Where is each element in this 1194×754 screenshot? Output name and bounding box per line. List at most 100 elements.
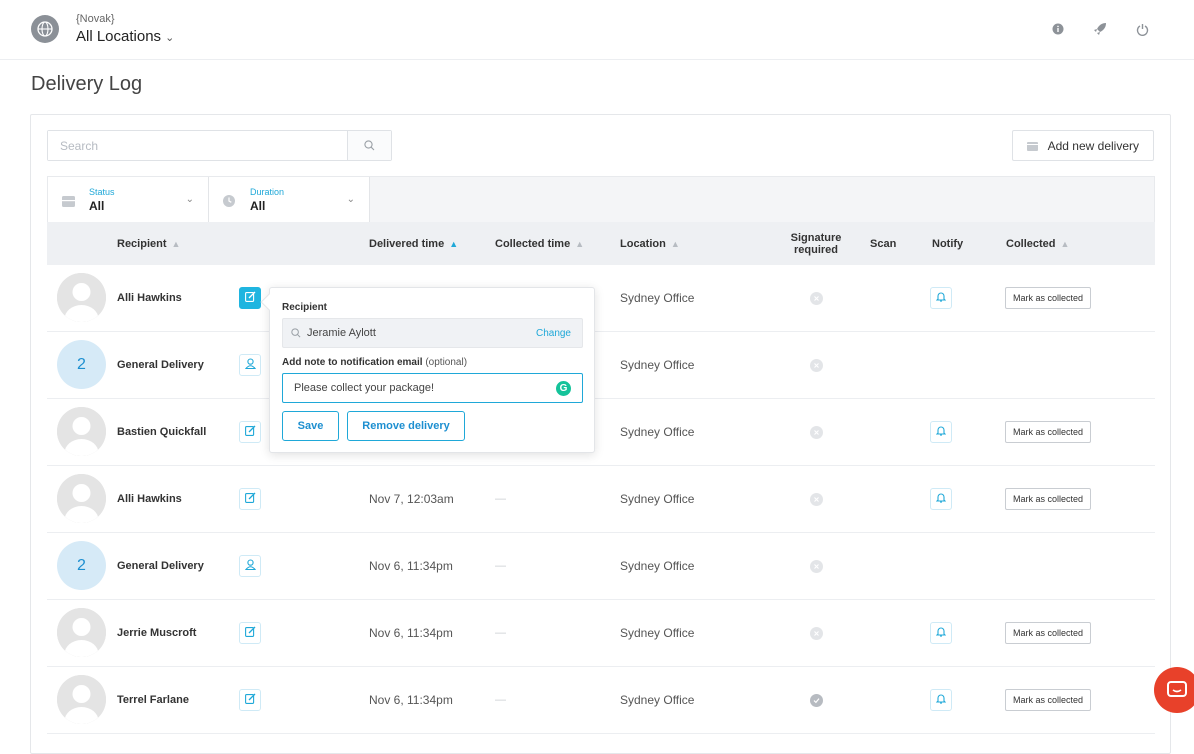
save-button[interactable]: Save bbox=[282, 411, 339, 441]
clock-icon bbox=[223, 194, 235, 212]
search-icon bbox=[291, 328, 301, 338]
recipient-name: Jerrie Muscroft bbox=[117, 627, 197, 639]
search-button[interactable] bbox=[347, 131, 391, 160]
recipient-name: Bastien Quickfall bbox=[117, 426, 207, 438]
edit-delivery-button[interactable] bbox=[239, 689, 261, 711]
delivered-time: Nov 6, 11:34pm bbox=[369, 559, 453, 573]
avatar: 2 bbox=[57, 340, 106, 389]
collected-time: — bbox=[495, 493, 506, 505]
user-icon bbox=[244, 559, 256, 573]
location: Sydney Office bbox=[620, 693, 695, 707]
location: Sydney Office bbox=[620, 358, 695, 372]
mark-collected-button[interactable]: Mark as collected bbox=[1005, 488, 1092, 510]
org-name: {Novak} bbox=[76, 13, 115, 25]
location-label: All Locations bbox=[76, 28, 162, 45]
table-row[interactable]: Alli Hawkins Sydney Office Mark as collect… bbox=[47, 265, 1155, 332]
duration-filter-value: All bbox=[250, 199, 266, 213]
avatar bbox=[57, 675, 106, 724]
notify-button[interactable] bbox=[930, 421, 952, 443]
chat-icon[interactable] bbox=[1154, 667, 1194, 713]
note-input[interactable]: Please collect your package! G bbox=[282, 373, 583, 403]
notify-button[interactable] bbox=[930, 689, 952, 711]
col-recipient-label: Recipient bbox=[117, 237, 167, 250]
popover-recipient-value: Jeramie Aylott bbox=[307, 327, 376, 339]
col-scan: Scan bbox=[870, 222, 896, 265]
avatar bbox=[57, 273, 106, 322]
table-row[interactable]: Terrel Farlane Nov 6, 11:34pm — Sydney Offi… bbox=[47, 667, 1155, 734]
col-delivered-time-label: Delivered time bbox=[369, 237, 445, 250]
sort-icon: ▲︎ bbox=[1060, 238, 1070, 249]
x-icon bbox=[810, 493, 823, 506]
sort-icon: ▲︎ bbox=[575, 238, 585, 249]
mark-collected-button[interactable]: Mark as collected bbox=[1005, 421, 1092, 443]
table-row[interactable]: Bastien Quickfall Sydney Office Mark as co… bbox=[47, 399, 1155, 466]
bell-icon bbox=[935, 492, 947, 506]
col-delivered-time[interactable]: Delivered time ▲︎ bbox=[369, 222, 458, 265]
duration-filter[interactable]: Duration All ⌄ bbox=[209, 177, 370, 223]
col-signature-required: Signature required bbox=[780, 222, 852, 265]
col-recipient[interactable]: Recipient ▲︎ bbox=[117, 222, 180, 265]
edit-icon bbox=[244, 693, 256, 707]
edit-icon bbox=[244, 291, 256, 305]
table-header: Recipient ▲︎ Delivered time ▲︎ Collected t… bbox=[47, 222, 1155, 265]
x-icon bbox=[810, 426, 823, 439]
edit-delivery-button[interactable] bbox=[239, 488, 261, 510]
status-filter-label: Status bbox=[89, 187, 115, 197]
x-icon bbox=[810, 292, 823, 305]
notify-button[interactable] bbox=[930, 622, 952, 644]
col-notify: Notify bbox=[932, 222, 963, 265]
collected-time: — bbox=[495, 627, 506, 639]
chevron-down-icon: ⌄ bbox=[165, 32, 175, 44]
col-collected-label: Collected bbox=[1006, 237, 1056, 250]
collected-time: — bbox=[495, 560, 506, 572]
power-icon[interactable] bbox=[1134, 21, 1150, 37]
col-notify-label: Notify bbox=[932, 237, 964, 250]
sort-icon: ▲︎ bbox=[449, 238, 459, 249]
location-selector[interactable]: All Locations ⌄ bbox=[76, 28, 174, 45]
grammarly-icon[interactable]: G bbox=[556, 381, 571, 396]
status-filter-value: All bbox=[89, 199, 105, 213]
mark-collected-button[interactable]: Mark as collected bbox=[1005, 689, 1092, 711]
info-icon[interactable] bbox=[1050, 21, 1066, 37]
col-scan-label: Scan bbox=[870, 237, 897, 250]
edit-delivery-button[interactable] bbox=[239, 287, 261, 309]
mark-collected-button[interactable]: Mark as collected bbox=[1005, 287, 1092, 309]
col-collected[interactable]: Collected ▲︎ bbox=[1006, 222, 1069, 265]
delivered-time: Nov 6, 11:34pm bbox=[369, 626, 453, 640]
page-title: Delivery Log bbox=[31, 73, 143, 95]
box-icon bbox=[62, 194, 75, 212]
notify-button[interactable] bbox=[930, 488, 952, 510]
x-icon bbox=[810, 359, 823, 372]
edit-delivery-button[interactable] bbox=[239, 421, 261, 443]
col-location[interactable]: Location ▲︎ bbox=[620, 222, 680, 265]
table-row[interactable]: 2 General Delivery Nov 6, 11:34pm — Sydney O… bbox=[47, 533, 1155, 600]
recipient-name: Terrel Farlane bbox=[117, 694, 189, 706]
col-collected-time[interactable]: Collected time ▲︎ bbox=[495, 222, 584, 265]
avatar bbox=[57, 608, 106, 657]
col-signature-label-1: Signature bbox=[790, 231, 842, 244]
popover-recipient-field[interactable]: Jeramie Aylott Change bbox=[282, 318, 583, 348]
assign-recipient-button[interactable] bbox=[239, 555, 261, 577]
duration-filter-label: Duration bbox=[250, 187, 285, 197]
assign-recipient-button[interactable] bbox=[239, 354, 261, 376]
edit-icon bbox=[244, 626, 256, 640]
col-location-label: Location bbox=[620, 237, 666, 250]
table-row[interactable]: Jerrie Muscroft Nov 6, 11:34pm — Sydney Off… bbox=[47, 600, 1155, 667]
rocket-icon[interactable] bbox=[1092, 21, 1108, 37]
notify-button[interactable] bbox=[930, 287, 952, 309]
add-delivery-button[interactable]: Add new delivery bbox=[1011, 130, 1154, 161]
search-input[interactable] bbox=[48, 131, 347, 160]
edit-delivery-button[interactable] bbox=[239, 622, 261, 644]
change-recipient-link[interactable]: Change bbox=[536, 328, 571, 339]
x-icon bbox=[810, 627, 823, 640]
table-row[interactable]: 2 General Delivery Sydney Office bbox=[47, 332, 1155, 399]
remove-delivery-button[interactable]: Remove delivery bbox=[347, 411, 465, 441]
calendar-icon bbox=[1026, 141, 1038, 151]
globe-icon[interactable] bbox=[31, 15, 59, 43]
bell-icon bbox=[935, 425, 947, 439]
status-filter[interactable]: Status All ⌄ bbox=[48, 177, 209, 223]
avatar bbox=[57, 474, 106, 523]
table-row[interactable]: Alli Hawkins Nov 7, 12:03am — Sydney Office… bbox=[47, 466, 1155, 533]
sort-icon: ▲︎ bbox=[171, 238, 181, 249]
mark-collected-button[interactable]: Mark as collected bbox=[1005, 622, 1092, 644]
